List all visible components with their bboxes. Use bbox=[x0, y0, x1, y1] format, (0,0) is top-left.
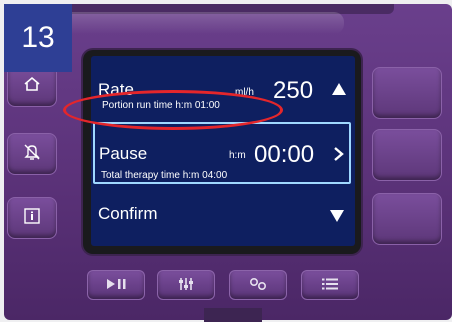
mute-alarm-button[interactable] bbox=[7, 133, 57, 175]
info-button[interactable] bbox=[7, 197, 57, 239]
pump-mount bbox=[204, 308, 262, 322]
pump-glare bbox=[44, 12, 344, 34]
right-softkey-3[interactable] bbox=[372, 193, 442, 245]
right-softkey-1[interactable] bbox=[372, 67, 442, 119]
info-icon bbox=[23, 207, 41, 230]
rate-value: 250 bbox=[273, 77, 314, 104]
total-therapy-time: Total therapy time h:m 04:00 bbox=[101, 170, 228, 181]
pause-label: Pause bbox=[99, 144, 148, 163]
home-icon bbox=[23, 76, 41, 97]
play-pause-button[interactable] bbox=[87, 270, 145, 300]
play-pause-icon bbox=[105, 278, 127, 293]
menu-button[interactable] bbox=[301, 270, 359, 300]
step-badge: 13 bbox=[4, 4, 72, 72]
highlight-ring bbox=[63, 90, 283, 130]
pause-value: 00:00 bbox=[254, 141, 315, 168]
chevron-right-icon[interactable] bbox=[333, 146, 345, 167]
settings-button[interactable] bbox=[157, 270, 215, 300]
arrow-down-icon[interactable] bbox=[329, 209, 345, 228]
pump-display: Rate ml/h 250 Portion run time h:m 01:00… bbox=[91, 56, 355, 246]
bell-mute-icon bbox=[23, 143, 41, 166]
arrow-up-icon[interactable] bbox=[331, 82, 347, 101]
confirm-label: Confirm bbox=[98, 204, 158, 223]
right-softkey-2[interactable] bbox=[372, 129, 442, 181]
sliders-icon bbox=[178, 277, 194, 294]
link-icon bbox=[249, 277, 267, 294]
pause-unit: h:m bbox=[229, 150, 246, 161]
list-icon bbox=[321, 277, 339, 294]
connect-button[interactable] bbox=[229, 270, 287, 300]
